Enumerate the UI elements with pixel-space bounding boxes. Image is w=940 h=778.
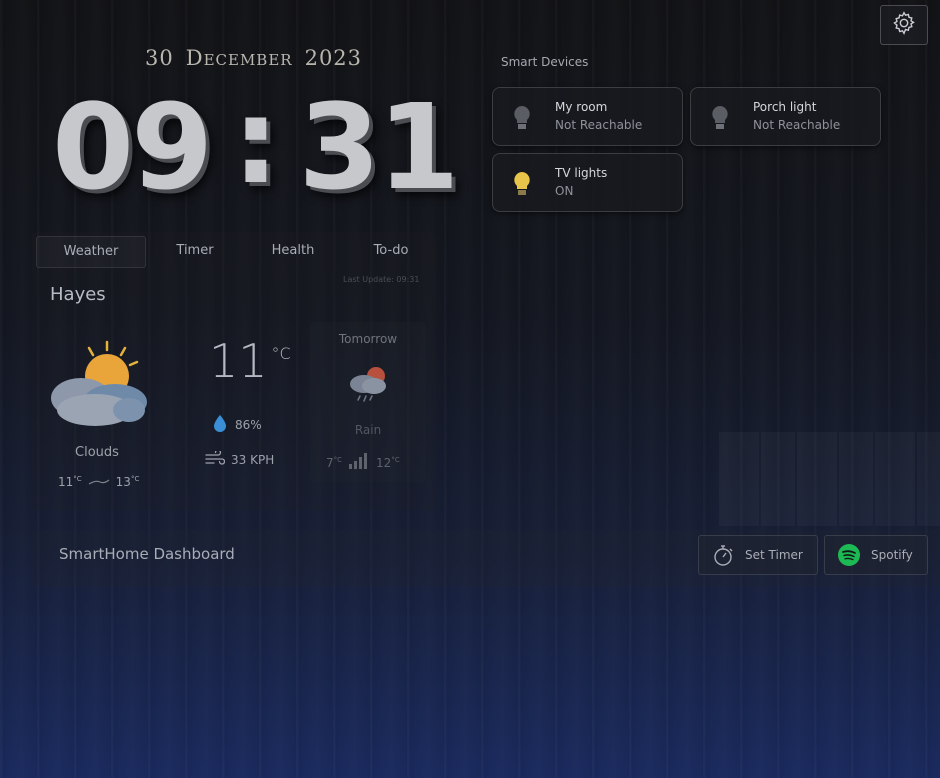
signal-bars-icon	[348, 452, 370, 473]
date-display: 30 December 2023	[145, 46, 361, 70]
wind-icon	[205, 449, 226, 468]
tomorrow-condition: Rain	[354, 423, 382, 437]
set-timer-button[interactable]: Set Timer	[698, 535, 818, 575]
temp-unit: °C	[271, 344, 291, 363]
panel-tabs: Weather Timer Health To-do	[36, 236, 440, 268]
rain-cloud-icon	[346, 364, 390, 408]
clock-separator: :	[232, 72, 279, 210]
device-name: My room	[555, 100, 608, 114]
set-timer-label: Set Timer	[745, 548, 803, 562]
device-card-tv-lights[interactable]: TV lights ON	[492, 153, 683, 212]
clock-hours: 09	[52, 78, 213, 216]
wind: 33 KPH	[205, 449, 275, 468]
date-day: 30	[145, 46, 174, 70]
light-bulb-icon	[511, 104, 533, 136]
droplet-icon	[213, 414, 227, 435]
tab-todo[interactable]: To-do	[342, 236, 440, 266]
humidity-value: 86%	[235, 417, 262, 432]
stopwatch-icon	[711, 543, 735, 567]
tab-weather[interactable]: Weather	[36, 236, 146, 268]
device-card-my-room[interactable]: My room Not Reachable	[492, 87, 683, 146]
last-update: Last Update: 09:31	[343, 275, 420, 284]
tomorrow-temp-range: 7°C 12°C	[326, 452, 400, 473]
date-year: 2023	[304, 46, 363, 70]
tomorrow-max: 12°C	[376, 455, 400, 470]
smart-devices-title: Smart Devices	[501, 55, 589, 69]
spotify-icon	[837, 543, 861, 567]
settings-button[interactable]	[880, 5, 928, 45]
wind-value: 33 KPH	[231, 452, 275, 467]
current-temperature: 11 °C	[209, 334, 291, 388]
light-bulb-on-icon	[511, 170, 533, 202]
tomorrow-label: Tomorrow	[338, 332, 398, 346]
light-bulb-icon	[709, 104, 731, 136]
tab-timer[interactable]: Timer	[146, 236, 244, 266]
tab-health[interactable]: Health	[244, 236, 342, 266]
clock-minutes: 31	[298, 78, 459, 216]
background-panels	[719, 432, 940, 526]
device-status: Not Reachable	[753, 118, 841, 132]
date-month: December	[185, 46, 293, 70]
gear-icon	[891, 10, 917, 40]
device-name: Porch light	[753, 100, 817, 114]
device-card-porch-light[interactable]: Porch light Not Reachable	[690, 87, 881, 146]
clock: 09 : 31	[52, 72, 460, 216]
humidity: 86%	[213, 414, 262, 435]
tomorrow-min: 7°C	[326, 455, 343, 470]
device-name: TV lights	[555, 166, 608, 180]
city-name: Hayes	[50, 284, 106, 305]
temp-value: 11	[209, 334, 268, 388]
sun-behind-clouds-icon	[45, 338, 149, 434]
range-icon	[88, 475, 110, 489]
spotify-button[interactable]: Spotify	[824, 535, 928, 575]
temp-range: 11°C 13°C	[58, 475, 139, 489]
dashboard-title: SmartHome Dashboard	[59, 545, 235, 563]
weather-condition: Clouds	[75, 445, 119, 460]
device-status: Not Reachable	[555, 118, 643, 132]
temp-min: 11°C	[58, 475, 82, 489]
spotify-label: Spotify	[871, 548, 913, 562]
temp-max: 13°C	[115, 475, 140, 489]
device-status: ON	[555, 184, 574, 198]
